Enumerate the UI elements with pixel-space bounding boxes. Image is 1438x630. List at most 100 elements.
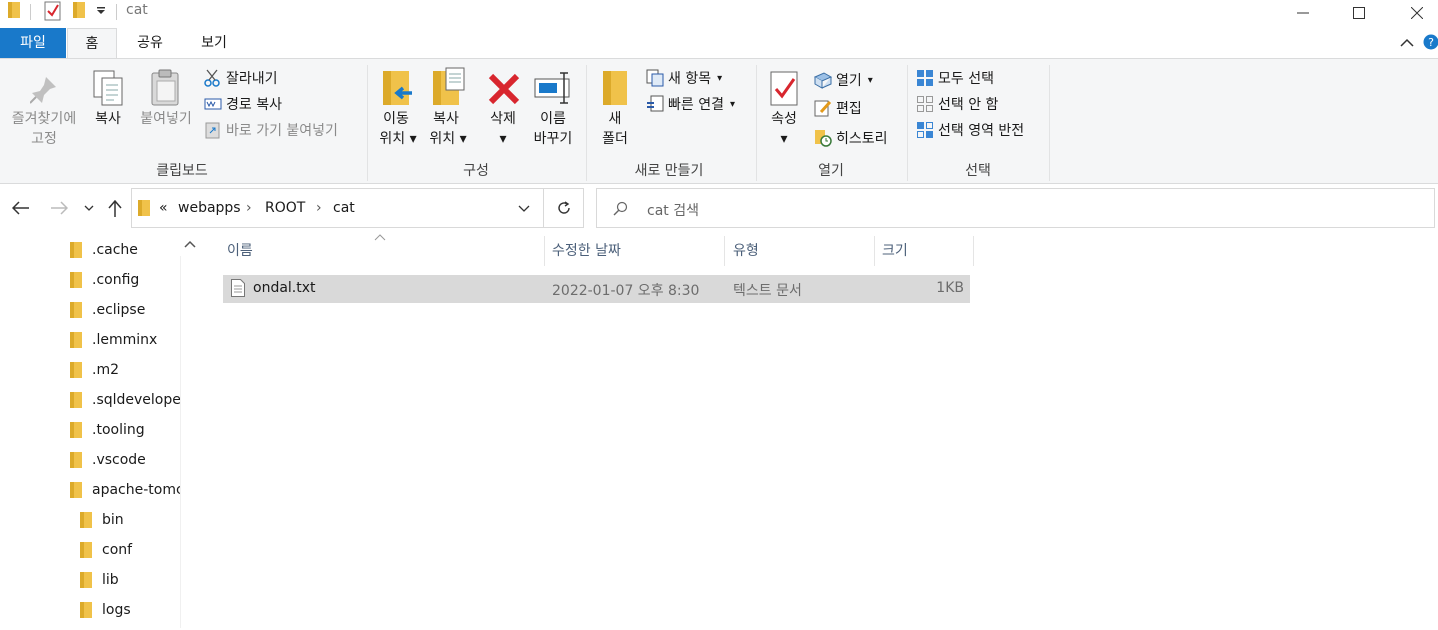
properties-button[interactable]: 속성 [762,109,806,129]
refresh-button[interactable] [544,188,584,228]
delete-dropdown-icon[interactable]: ▾ [480,129,526,149]
tree-item-sqldeveloper[interactable]: .sqldeveloper [70,385,180,415]
tab-view[interactable]: 보기 [186,28,242,58]
up-arrow-icon[interactable] [108,200,122,218]
breadcrumb-webapps[interactable]: webapps [178,200,241,216]
folder-icon [70,242,82,258]
select-none-label: 선택 안 함 [938,97,999,113]
edit-button[interactable]: 편집 [814,97,862,119]
tree-item-vscode[interactable]: .vscode [70,445,180,475]
breadcrumb-cat[interactable]: cat [333,200,355,216]
delete-button[interactable]: 삭제 [480,109,526,129]
properties-quick-icon[interactable] [44,1,62,21]
select-group-label: 선택 [965,163,991,179]
copy-to-button[interactable]: 위치 ▾ [420,129,476,149]
properties-icon [770,71,800,107]
move-to-label-1[interactable]: 이동 [372,109,420,129]
column-header-size[interactable]: 크기 [878,236,972,266]
column-header-name[interactable]: 이름 [223,236,543,266]
new-folder-icon [602,69,628,107]
select-all-button[interactable]: 모두 선택 [916,67,994,89]
tree-item-label: .config [92,272,140,288]
search-box[interactable]: cat 검색 [596,188,1435,228]
maximize-button[interactable] [1336,0,1382,26]
new-folder-button[interactable]: 폴더 [594,129,636,149]
tree-item-tooling[interactable]: .tooling [70,415,180,445]
tree-item-eclipse[interactable]: .eclipse [70,295,180,325]
paste-shortcut-button[interactable]: 바로 가기 붙여넣기 [204,119,338,141]
easy-access-dropdown-icon: ▾ [729,98,736,110]
cut-button[interactable]: 잘라내기 [204,67,278,89]
column-separator[interactable] [973,236,974,266]
new-folder-quick-icon[interactable] [73,2,85,18]
easy-access-button[interactable]: 빠른 연결 ▾ [646,93,735,115]
pin-label-1[interactable]: 즐겨찾기에 [4,109,84,129]
tree-item-cache[interactable]: .cache [70,235,180,265]
new-folder-label-1[interactable]: 새 [594,109,636,129]
tree-item-apache-tomcat[interactable]: apache-tomcat [70,475,180,505]
copy-path-button[interactable]: 경로 복사 [204,93,282,115]
copy-button[interactable]: 복사 [86,109,130,129]
tree-item-conf[interactable]: conf [80,535,180,565]
breadcrumb-separator-icon[interactable]: › [316,200,322,216]
navigation-pane: .cache .config .eclipse .lemminx .m2 .sq… [0,234,200,630]
tree-item-m2[interactable]: .m2 [70,355,180,385]
history-button[interactable]: 히스토리 [814,127,888,149]
collapse-ribbon-icon[interactable] [1400,38,1414,48]
tree-item-label: .cache [92,242,138,258]
open-label: 열기 [836,73,862,89]
column-separator[interactable] [874,236,875,266]
paste-button[interactable]: 붙여넣기 [134,109,198,129]
tree-item-lemminx[interactable]: .lemminx [70,325,180,355]
tab-home[interactable]: 홈 [67,28,117,58]
tab-file[interactable]: 파일 [0,28,66,58]
column-separator[interactable] [724,236,725,266]
back-arrow-icon[interactable] [12,201,30,215]
file-name[interactable]: ondal.txt [253,280,316,296]
close-button[interactable] [1394,0,1438,26]
move-to-button[interactable]: 위치 ▾ [370,129,426,149]
copy-to-label-1[interactable]: 복사 [420,109,472,129]
select-all-icon [916,69,934,87]
search-input[interactable]: cat 검색 [647,200,699,220]
folder-icon [70,332,82,348]
forward-arrow-icon[interactable] [50,201,68,215]
tree-item-label: .tooling [92,422,145,438]
invert-selection-button[interactable]: 선택 영역 반전 [916,119,1024,141]
breadcrumb-overflow[interactable]: « [159,200,168,216]
open-button[interactable]: 열기 ▾ [814,69,873,91]
tree-item-bin[interactable]: bin [80,505,180,535]
tab-share[interactable]: 공유 [122,28,178,58]
column-separator[interactable] [544,236,545,266]
breadcrumb-root[interactable]: ROOT [265,200,305,216]
new-item-button[interactable]: 새 항목 ▾ [646,67,722,89]
history-icon [814,129,832,147]
column-header-type[interactable]: 유형 [729,236,873,266]
recent-locations-chevron-icon[interactable] [84,204,94,212]
address-dropdown-chevron-icon[interactable] [518,205,530,213]
breadcrumb-separator-icon[interactable]: › [246,200,252,216]
history-label: 히스토리 [836,131,888,147]
nav-pane-scrollbar[interactable] [180,234,200,630]
scroll-up-icon[interactable] [184,240,196,248]
organize-group-label: 구성 [463,163,489,179]
tree-item-config[interactable]: .config [70,265,180,295]
file-size: 1KB [936,280,964,296]
help-icon[interactable]: ? [1423,34,1438,50]
address-bar[interactable]: « webapps › ROOT › cat [131,188,544,228]
open-icon [814,71,832,89]
tree-item-logs[interactable]: logs [80,595,180,625]
rename-button[interactable]: 바꾸기 [528,129,578,149]
column-header-date[interactable]: 수정한 날짜 [548,236,722,266]
rename-label-1[interactable]: 이름 [530,109,576,129]
edit-label: 편집 [836,101,862,117]
minimize-button[interactable] [1280,0,1326,26]
tree-item-lib[interactable]: lib [80,565,180,595]
file-row[interactable]: ondal.txt 2022-01-07 오후 8:30 텍스트 문서 1KB [223,275,970,303]
scrollbar-track[interactable] [180,256,200,628]
select-none-button[interactable]: 선택 안 함 [916,93,998,115]
pin-label-2[interactable]: 고정 [4,129,84,149]
move-to-label-2: 위치 [379,131,406,147]
customize-dropdown-icon[interactable] [96,6,106,16]
properties-dropdown-icon[interactable]: ▾ [762,129,806,149]
